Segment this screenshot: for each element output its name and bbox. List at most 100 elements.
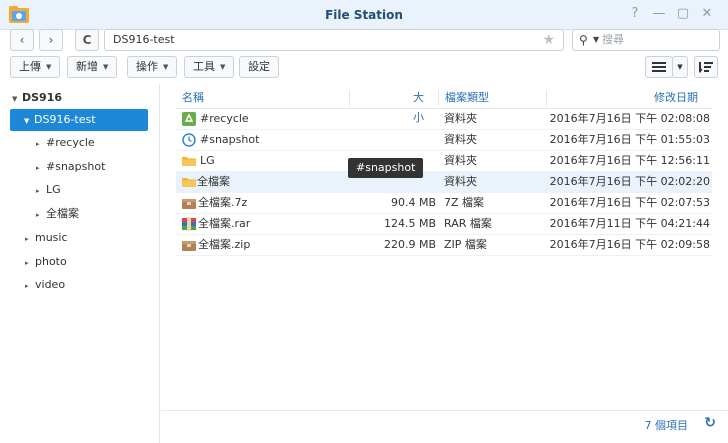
file-name: 全檔案.zip (198, 238, 251, 251)
column-header-type[interactable]: 檔案類型 (445, 88, 489, 108)
tree-item-video[interactable]: ▸ video (25, 274, 65, 296)
file-name: #snapshot (200, 133, 260, 146)
help-button[interactable]: ? (627, 6, 643, 22)
title-bar: File Station ? — ▢ ✕ (0, 0, 728, 30)
file-name: 全檔案.rar (198, 217, 251, 230)
tooltip: #snapshot (348, 158, 424, 178)
action-button[interactable]: 操作 ▼ (127, 56, 178, 78)
file-type: RAR 檔案 (444, 217, 492, 230)
column-divider[interactable] (438, 90, 439, 106)
folder-icon (182, 157, 196, 166)
window-title: File Station (325, 8, 403, 22)
list-view-icon (652, 62, 666, 72)
table-row[interactable]: 全檔案.zip 220.9 MB ZIP 檔案 2016年7月16日 下午 02… (176, 235, 712, 256)
collapsed-arrow-icon[interactable]: ▸ (36, 204, 46, 226)
file-type: ZIP 檔案 (444, 238, 487, 251)
file-size: 124.5 MB (383, 217, 436, 230)
collapsed-arrow-icon[interactable]: ▸ (25, 275, 35, 297)
upload-label: 上傳 (19, 60, 41, 73)
view-dropdown-button[interactable]: ▼ (672, 56, 688, 78)
tools-button[interactable]: 工具 ▼ (184, 56, 235, 78)
tree-item-label: DS916-test (34, 113, 96, 126)
file-modified: 2016年7月16日 下午 02:07:53 (549, 196, 710, 209)
tree-item-label: 全檔案 (46, 207, 79, 220)
close-button[interactable]: ✕ (699, 6, 715, 22)
expanded-arrow-icon[interactable]: ▼ (24, 110, 34, 132)
sidebar: ▼ DS916 ▼ DS916-test ▸ #recycle ▸ #snapshot … (0, 84, 160, 443)
forward-button[interactable]: › (39, 29, 63, 51)
refresh-icon[interactable]: ↻ (704, 415, 716, 431)
upload-button[interactable]: 上傳 ▼ (10, 56, 61, 78)
column-header-size[interactable]: 大小 (404, 88, 424, 124)
column-header-name[interactable]: 名稱 (182, 88, 204, 108)
chevron-down-icon: ▼ (103, 63, 109, 71)
column-divider[interactable] (546, 90, 547, 106)
tree-item-lg[interactable]: ▸ LG (36, 179, 61, 201)
tree-item-label: DS916 (22, 91, 63, 104)
table-row[interactable]: 全檔案 資料夾 2016年7月16日 下午 02:02:20 (176, 172, 712, 193)
file-modified: 2016年7月11日 下午 04:21:44 (549, 217, 710, 230)
table-row[interactable]: 全檔案.rar 124.5 MB RAR 檔案 2016年7月11日 下午 04… (176, 214, 712, 235)
favorite-star-icon[interactable]: ★ (542, 30, 555, 50)
collapsed-arrow-icon[interactable]: ▸ (36, 157, 46, 179)
file-name: #recycle (200, 112, 249, 125)
file-name: LG (200, 154, 215, 167)
file-modified: 2016年7月16日 下午 12:56:11 (549, 154, 710, 167)
file-size: 220.9 MB (383, 238, 436, 251)
file-name: 全檔案.7z (198, 196, 248, 209)
item-count: 7 個項目 (644, 419, 689, 432)
chevron-down-icon: ▼ (46, 63, 52, 71)
collapsed-arrow-icon[interactable]: ▸ (36, 180, 46, 202)
snapshot-folder-icon (182, 133, 196, 147)
archive-7z-icon (182, 199, 196, 209)
tools-label: 工具 (193, 60, 215, 73)
back-button[interactable]: ‹ (10, 29, 34, 51)
tree-item-music[interactable]: ▸ music (25, 227, 68, 249)
minimize-button[interactable]: — (651, 6, 667, 22)
file-modified: 2016年7月16日 下午 02:02:20 (549, 175, 710, 188)
maximize-button[interactable]: ▢ (675, 6, 691, 22)
chevron-down-icon[interactable]: ▼ (593, 30, 599, 50)
column-divider[interactable] (349, 90, 350, 106)
tree-item-label: music (35, 231, 68, 244)
tree-item-label: video (35, 278, 66, 291)
column-header-modified[interactable]: 修改日期 (626, 88, 698, 108)
settings-button[interactable]: 設定 (239, 56, 279, 78)
tree-item-label: photo (35, 255, 67, 268)
create-button[interactable]: 新增 ▼ (67, 56, 118, 78)
chevron-down-icon: ▼ (220, 63, 226, 71)
chevron-down-icon: ▼ (677, 63, 683, 71)
file-type: 資料夾 (444, 133, 477, 146)
expanded-arrow-icon[interactable]: ▼ (12, 88, 22, 110)
tree-item-snapshot[interactable]: ▸ #snapshot (36, 156, 105, 178)
tree-item-all-files[interactable]: ▸ 全檔案 (36, 203, 79, 225)
path-text: DS916-test (113, 33, 175, 46)
tree-item-photo[interactable]: ▸ photo (25, 251, 67, 273)
archive-zip-icon (182, 241, 196, 251)
status-bar: 7 個項目 ↻ (161, 410, 728, 443)
file-type: 資料夾 (444, 112, 477, 125)
table-row[interactable]: #snapshot 資料夾 2016年7月16日 下午 01:55:03 (176, 130, 712, 151)
tree-item-ds916[interactable]: ▼ DS916 (12, 87, 152, 109)
file-type: 7Z 檔案 (444, 196, 485, 209)
tree-item-ds916-test[interactable]: ▼ DS916-test (10, 109, 148, 131)
tree-item-recycle[interactable]: ▸ #recycle (36, 132, 95, 154)
path-field[interactable]: DS916-test ★ (104, 29, 564, 51)
collapsed-arrow-icon[interactable]: ▸ (25, 228, 35, 250)
table-row[interactable]: LG 資料夾 2016年7月16日 下午 12:56:11 (176, 151, 712, 172)
collapsed-arrow-icon[interactable]: ▸ (25, 252, 35, 274)
list-view-button[interactable] (645, 56, 673, 78)
table-row[interactable]: #recycle 資料夾 2016年7月16日 下午 02:08:08 (176, 109, 712, 130)
create-label: 新增 (76, 60, 98, 73)
file-modified: 2016年7月16日 下午 02:08:08 (549, 112, 710, 125)
refresh-button[interactable]: C (75, 29, 99, 51)
sort-button[interactable] (694, 56, 718, 78)
file-type: 資料夾 (444, 154, 477, 167)
file-type: 資料夾 (444, 175, 477, 188)
search-input[interactable]: ⚲ ▼ 搜尋 (572, 29, 720, 51)
collapsed-arrow-icon[interactable]: ▸ (36, 133, 46, 155)
archive-rar-icon (182, 217, 196, 231)
table-row[interactable]: 全檔案.7z 90.4 MB 7Z 檔案 2016年7月16日 下午 02:07… (176, 193, 712, 214)
action-label: 操作 (136, 60, 158, 73)
search-placeholder: 搜尋 (602, 33, 624, 46)
